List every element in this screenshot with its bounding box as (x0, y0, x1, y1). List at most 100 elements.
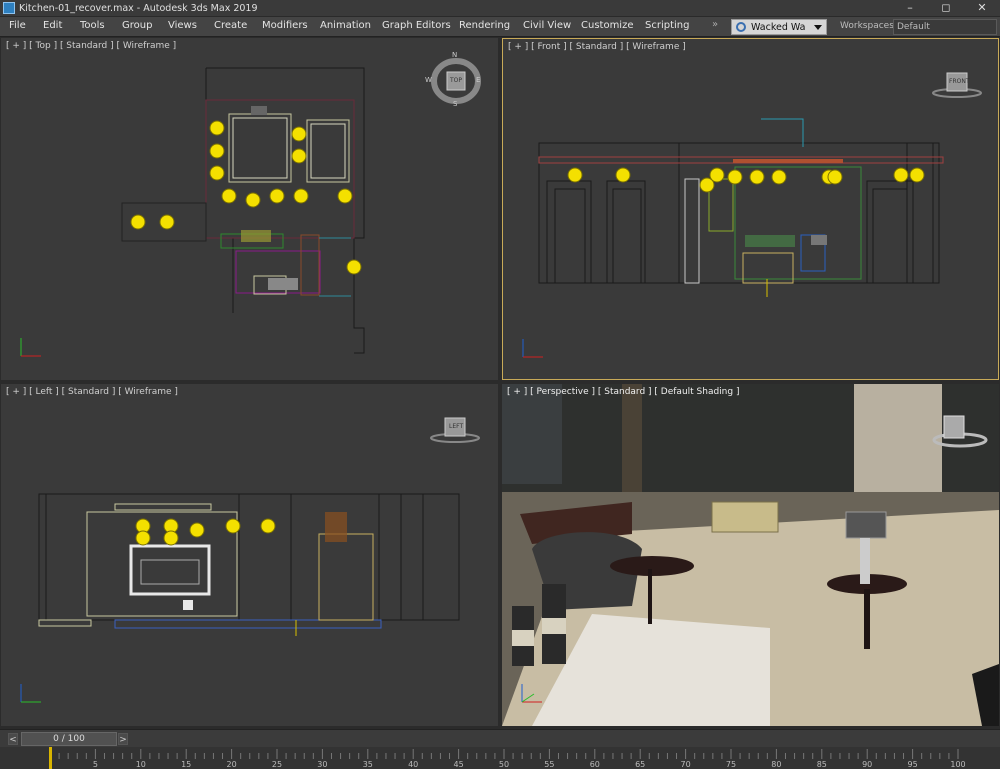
pendant-lamp (269, 188, 285, 204)
axis-tripod-icon (521, 684, 542, 703)
menu-animation[interactable]: Animation (320, 20, 371, 31)
pendant-lamp (209, 165, 225, 181)
menu-scripting[interactable]: Scripting (645, 20, 689, 31)
title-bar: Kitchen-01_recover.max - Autodesk 3ds Ma… (0, 0, 1000, 17)
perspective-render (502, 384, 999, 726)
user-icon (736, 22, 746, 32)
pendant-lamp (163, 530, 179, 546)
track-tick-label: 30 (317, 760, 327, 769)
pendant-lamp (827, 169, 843, 185)
track-tick-label: 100 (950, 760, 965, 769)
track-bar[interactable]: 5 10 15 20 25 30 35 40 45 50 55 60 65 70 75 80 85 90 95 100 (0, 747, 1000, 769)
menu-edit[interactable]: Edit (43, 20, 62, 31)
menu-modifiers[interactable]: Modifiers (262, 20, 308, 31)
current-frame-marker[interactable] (49, 747, 52, 769)
track-tick-label: 60 (590, 760, 600, 769)
menu-customize[interactable]: Customize (581, 20, 634, 31)
menu-create[interactable]: Create (214, 20, 247, 31)
viewport-front[interactable]: [ + ] [ Front ] [ Standard ] [ Wireframe… (502, 38, 999, 380)
pendant-lamp (749, 169, 765, 185)
maximize-button[interactable]: ◻ (928, 0, 964, 17)
time-slider-thumb[interactable]: 0 / 100 (21, 732, 117, 746)
track-tick-label: 50 (499, 760, 509, 769)
pendant-lamp (130, 214, 146, 230)
viewport-top[interactable]: [ + ] [ Top ] [ Standard ] [ Wireframe ] (1, 38, 498, 380)
pendant-lamp (337, 188, 353, 204)
track-tick-label: 35 (363, 760, 373, 769)
track-tick-label: 70 (681, 760, 691, 769)
menu-bar: File Edit Tools Group Views Create Modif… (0, 17, 1000, 37)
pendant-lamp (727, 169, 743, 185)
track-tick-label: 95 (908, 760, 918, 769)
axis-tripod-icon (522, 339, 543, 358)
pendant-lamp (291, 126, 307, 142)
pendant-lamp (771, 169, 787, 185)
menu-views[interactable]: Views (168, 20, 197, 31)
viewcube-compass-top[interactable]: TOP N S E W (425, 51, 484, 108)
more-menus-icon[interactable]: » (712, 19, 724, 33)
axis-tripod-icon (20, 338, 41, 357)
minimize-button[interactable]: – (892, 0, 928, 17)
workspaces-select[interactable]: Default (893, 19, 997, 35)
window-title: Kitchen-01_recover.max - Autodesk 3ds Ma… (19, 2, 258, 14)
viewport-label-left[interactable]: [ + ] [ Left ] [ Standard ] [ Wireframe … (6, 387, 178, 397)
viewport-label-front[interactable]: [ + ] [ Front ] [ Standard ] [ Wireframe… (508, 42, 686, 52)
pendant-lamp (245, 192, 261, 208)
pendant-lamp (159, 214, 175, 230)
pendant-lamp (293, 188, 309, 204)
pendant-lamp (209, 143, 225, 159)
track-tick-label: 90 (862, 760, 872, 769)
compass-n: N (452, 51, 458, 59)
track-tick-label: 25 (272, 760, 282, 769)
track-tick-label: 55 (544, 760, 554, 769)
pendant-lamp (709, 167, 725, 183)
top-wireframe (121, 67, 365, 354)
viewport-perspective[interactable]: [ + ] [ Perspective ] [ Standard ] [ Def… (502, 384, 999, 726)
viewport-label-perspective[interactable]: [ + ] [ Perspective ] [ Standard ] [ Def… (507, 387, 739, 397)
track-tick-label: 5 (93, 760, 98, 769)
viewcube-perspective[interactable] (928, 412, 992, 456)
pendant-lamp (221, 188, 237, 204)
track-tick-label: 75 (726, 760, 736, 769)
track-tick-label: 15 (181, 760, 191, 769)
compass-e: E (476, 76, 481, 84)
track-tick-label: 85 (817, 760, 827, 769)
viewport-left[interactable]: [ + ] [ Left ] [ Standard ] [ Wireframe … (1, 384, 498, 726)
menu-graph-editors[interactable]: Graph Editors (382, 20, 451, 31)
compass-s: S (453, 100, 458, 108)
viewcube-front-face: FRONT (949, 78, 970, 85)
prev-frame-button[interactable]: < (8, 733, 18, 745)
chevron-down-icon (814, 24, 822, 30)
user-name: Wacked Wa (751, 21, 806, 33)
track-ruler: 5 10 15 20 25 30 35 40 45 50 55 60 65 70 75 80 85 90 95 100 (49, 747, 966, 769)
viewport-label-top[interactable]: [ + ] [ Top ] [ Standard ] [ Wireframe ] (6, 41, 176, 51)
pendant-lamp (135, 530, 151, 546)
track-tick-label: 45 (454, 760, 464, 769)
menu-rendering[interactable]: Rendering (459, 20, 510, 31)
pendant-lamp (893, 167, 909, 183)
app-logo-icon (3, 2, 15, 14)
viewcube-left[interactable]: LEFT (423, 412, 487, 446)
track-tick-label: 40 (408, 760, 418, 769)
time-slider-bar: < 0 / 100 > (0, 729, 1000, 747)
pendant-lamp (260, 518, 276, 534)
track-tick-label: 80 (771, 760, 781, 769)
menu-civil-view[interactable]: Civil View (523, 20, 571, 31)
compass-w: W (425, 76, 432, 84)
pendant-lamp (615, 167, 631, 183)
viewcube-front[interactable]: FRONT (925, 67, 989, 101)
menu-tools[interactable]: Tools (80, 20, 105, 31)
pendant-lamp (225, 518, 241, 534)
user-account-dropdown[interactable]: Wacked Wa (731, 19, 827, 35)
axis-tripod-icon (20, 684, 41, 703)
pendant-lamp (346, 259, 362, 275)
close-button[interactable]: ✕ (964, 0, 1000, 17)
menu-group[interactable]: Group (122, 20, 152, 31)
viewcube-top-face: TOP (450, 77, 463, 84)
pendant-lamp (291, 148, 307, 164)
pendant-lamp (209, 120, 225, 136)
workspaces-label: Workspaces: (840, 21, 897, 31)
next-frame-button[interactable]: > (118, 733, 128, 745)
track-tick-label: 20 (227, 760, 237, 769)
menu-file[interactable]: File (9, 20, 26, 31)
